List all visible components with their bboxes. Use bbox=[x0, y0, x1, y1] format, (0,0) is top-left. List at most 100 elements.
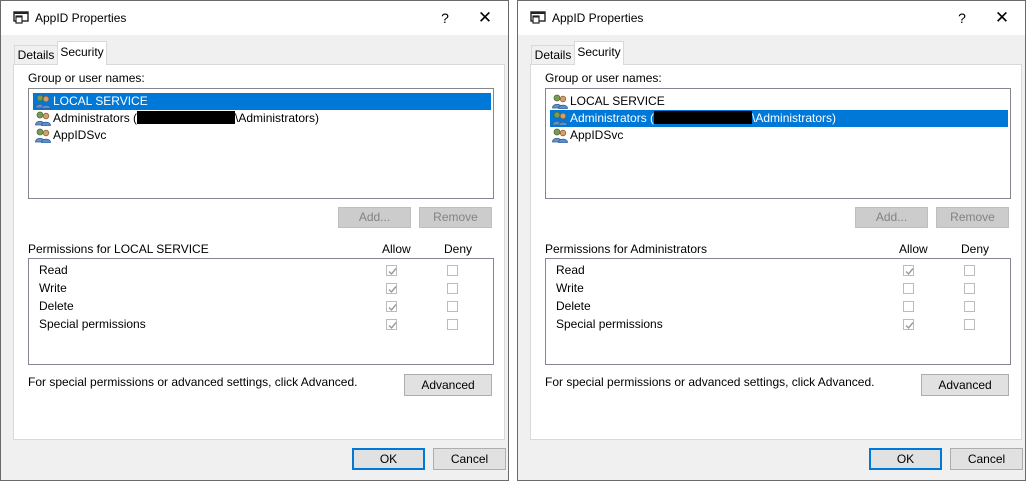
user-name-suffix: \Administrators) bbox=[752, 111, 837, 125]
user-group-icon bbox=[552, 94, 568, 109]
permission-row: Delete bbox=[39, 298, 479, 315]
user-name-label: AppIDSvc bbox=[570, 127, 623, 144]
tab-security[interactable]: Security bbox=[57, 41, 107, 65]
user-list-item[interactable]: Administrators (\Administrators) bbox=[33, 110, 491, 127]
user-name-label: AppIDSvc bbox=[53, 127, 106, 144]
help-button[interactable]: ? bbox=[431, 5, 459, 31]
deny-checkbox[interactable] bbox=[447, 283, 458, 294]
permissions-list: Read Write Delete Special permissions bbox=[545, 258, 1011, 365]
add-button[interactable]: Add... bbox=[855, 207, 928, 228]
security-tab-panel: Group or user names: LOCAL SERVICE Admini… bbox=[530, 64, 1022, 440]
permission-name: Delete bbox=[39, 299, 74, 313]
user-name-prefix: LOCAL SERVICE bbox=[53, 94, 148, 108]
deny-column-header: Deny bbox=[961, 242, 990, 256]
user-name-label: Administrators (\Administrators) bbox=[53, 110, 319, 127]
permission-name: Write bbox=[39, 281, 67, 295]
user-group-icon bbox=[35, 128, 51, 143]
allow-checkbox[interactable] bbox=[386, 319, 397, 330]
advanced-button[interactable]: Advanced bbox=[404, 374, 492, 396]
allow-checkbox[interactable] bbox=[903, 283, 914, 294]
ok-button[interactable]: OK bbox=[352, 448, 425, 470]
user-listbox[interactable]: LOCAL SERVICE Administrators ( \Administra… bbox=[545, 88, 1011, 199]
allow-checkbox[interactable] bbox=[903, 319, 914, 330]
user-name-label: LOCAL SERVICE bbox=[570, 93, 665, 110]
user-list-item[interactable]: Administrators ( \Administrators) bbox=[550, 110, 1008, 127]
app-window-icon bbox=[530, 11, 546, 25]
remove-button[interactable]: Remove bbox=[936, 207, 1009, 228]
permission-name: Read bbox=[39, 263, 68, 277]
dialog-title: AppID Properties bbox=[552, 11, 644, 25]
user-name-prefix: LOCAL SERVICE bbox=[570, 94, 665, 108]
permission-row: Read bbox=[39, 262, 479, 279]
permissions-list: Read Write Delete Special permissions bbox=[28, 258, 494, 365]
permission-row: Special permissions bbox=[556, 316, 996, 333]
user-group-icon bbox=[552, 111, 568, 126]
deny-checkbox[interactable] bbox=[447, 301, 458, 312]
tab-details[interactable]: Details bbox=[14, 45, 58, 64]
remove-button[interactable]: Remove bbox=[419, 207, 492, 228]
deny-checkbox[interactable] bbox=[964, 301, 975, 312]
deny-checkbox[interactable] bbox=[964, 319, 975, 330]
allow-checkbox[interactable] bbox=[386, 301, 397, 312]
title-bar[interactable]: AppID Properties ? ✕ bbox=[518, 1, 1025, 35]
window-gap bbox=[509, 0, 517, 481]
permissions-for-label: Permissions for Administrators bbox=[545, 242, 708, 256]
deny-checkbox[interactable] bbox=[964, 283, 975, 294]
user-list-item[interactable]: AppIDSvc bbox=[33, 127, 491, 144]
permission-row: Write bbox=[556, 280, 996, 297]
redacted-domain bbox=[654, 111, 753, 124]
ok-button[interactable]: OK bbox=[869, 448, 942, 470]
close-button[interactable]: ✕ bbox=[467, 5, 503, 31]
permission-row: Write bbox=[39, 280, 479, 297]
permission-name: Special permissions bbox=[556, 317, 663, 331]
security-tab-panel: Group or user names: LOCAL SERVICE Admini… bbox=[13, 64, 505, 440]
allow-column-header: Allow bbox=[899, 242, 928, 256]
permission-name: Special permissions bbox=[39, 317, 146, 331]
help-button[interactable]: ? bbox=[948, 5, 976, 31]
user-name-label: Administrators ( \Administrators) bbox=[570, 110, 836, 127]
allow-checkbox[interactable] bbox=[386, 283, 397, 294]
group-or-user-names-label: Group or user names: bbox=[545, 71, 662, 85]
permissions-for-label: Permissions for LOCAL SERVICE bbox=[28, 242, 209, 256]
properties-dialog: AppID Properties ? ✕ Details Security Gr… bbox=[517, 0, 1026, 481]
dialog-title: AppID Properties bbox=[35, 11, 127, 25]
tab-security[interactable]: Security bbox=[574, 41, 624, 65]
permission-row: Special permissions bbox=[39, 316, 479, 333]
user-list-item[interactable]: LOCAL SERVICE bbox=[33, 93, 491, 110]
deny-checkbox[interactable] bbox=[964, 265, 975, 276]
deny-column-header: Deny bbox=[444, 242, 473, 256]
deny-checkbox[interactable] bbox=[447, 265, 458, 276]
deny-checkbox[interactable] bbox=[447, 319, 458, 330]
permission-row: Read bbox=[556, 262, 996, 279]
allow-column-header: Allow bbox=[382, 242, 411, 256]
title-bar[interactable]: AppID Properties ? ✕ bbox=[1, 1, 508, 35]
tab-details[interactable]: Details bbox=[531, 45, 575, 64]
advanced-hint-text: For special permissions or advanced sett… bbox=[28, 375, 358, 389]
cancel-button[interactable]: Cancel bbox=[433, 448, 506, 470]
user-name-prefix: Administrators ( bbox=[53, 111, 138, 125]
user-group-icon bbox=[35, 94, 51, 109]
user-list-item[interactable]: LOCAL SERVICE bbox=[550, 93, 1008, 110]
user-name-label: LOCAL SERVICE bbox=[53, 93, 148, 110]
advanced-button[interactable]: Advanced bbox=[921, 374, 1009, 396]
user-name-prefix: AppIDSvc bbox=[53, 128, 107, 142]
add-button[interactable]: Add... bbox=[338, 207, 411, 228]
allow-checkbox[interactable] bbox=[903, 265, 914, 276]
permission-row: Delete bbox=[556, 298, 996, 315]
permission-name: Write bbox=[556, 281, 584, 295]
redacted-domain bbox=[137, 111, 236, 124]
allow-checkbox[interactable] bbox=[386, 265, 397, 276]
permission-name: Delete bbox=[556, 299, 591, 313]
user-name-prefix: Administrators ( bbox=[570, 111, 655, 125]
allow-checkbox[interactable] bbox=[903, 301, 914, 312]
close-button[interactable]: ✕ bbox=[984, 5, 1020, 31]
cancel-button[interactable]: Cancel bbox=[950, 448, 1023, 470]
user-group-icon bbox=[552, 128, 568, 143]
advanced-hint-text: For special permissions or advanced sett… bbox=[545, 375, 875, 389]
user-list-item[interactable]: AppIDSvc bbox=[550, 127, 1008, 144]
user-listbox[interactable]: LOCAL SERVICE Administrators (\Administra… bbox=[28, 88, 494, 199]
user-name-prefix: AppIDSvc bbox=[570, 128, 624, 142]
properties-dialog: AppID Properties ? ✕ Details Security Gr… bbox=[0, 0, 509, 481]
user-group-icon bbox=[35, 111, 51, 126]
app-window-icon bbox=[13, 11, 29, 25]
